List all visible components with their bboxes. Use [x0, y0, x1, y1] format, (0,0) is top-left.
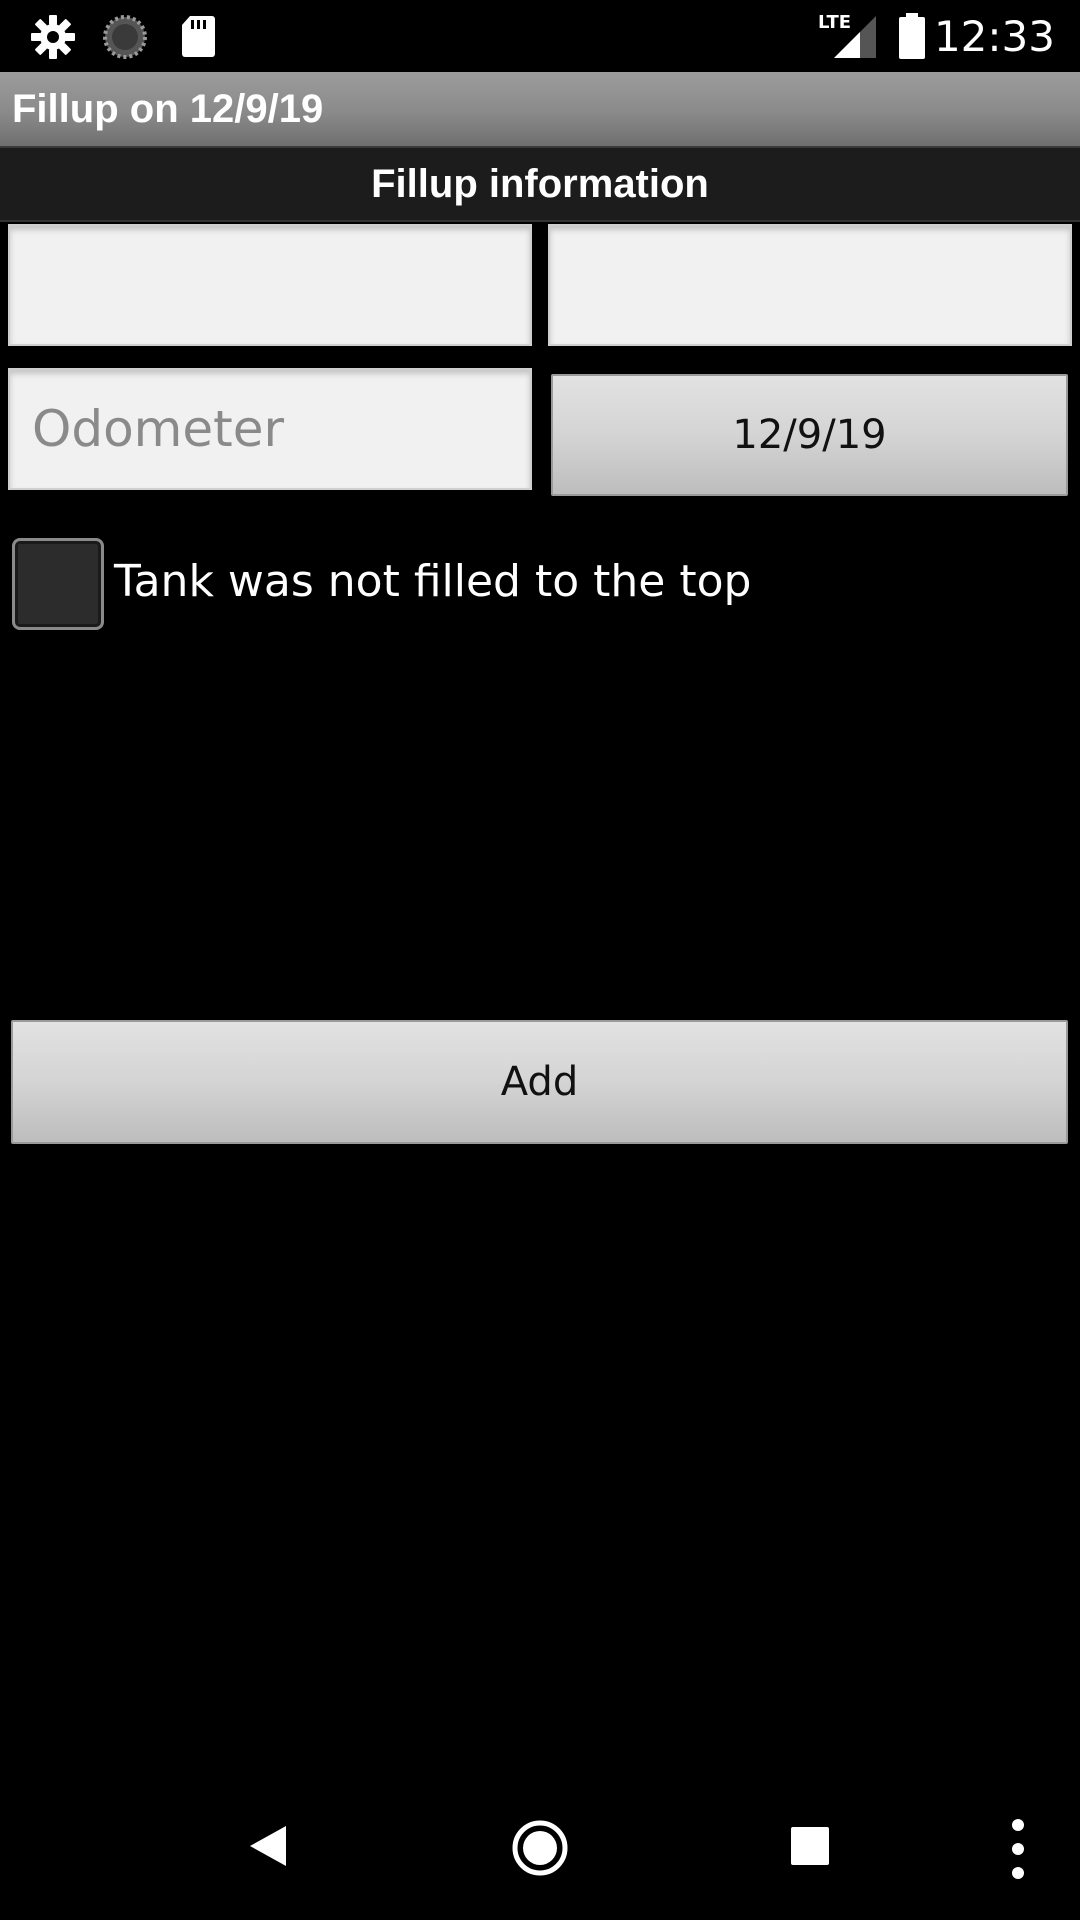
title-bar: Fillup on 12/9/19: [0, 72, 1080, 148]
odometer-input[interactable]: [8, 368, 532, 490]
add-button[interactable]: Add: [11, 1020, 1068, 1144]
settings-icon: [30, 14, 76, 65]
battery-icon: [898, 12, 926, 65]
sync-icon: [102, 14, 148, 65]
recents-icon[interactable]: [790, 1826, 830, 1871]
sd-card-icon: [180, 14, 216, 63]
back-icon[interactable]: [248, 1824, 288, 1873]
section-title: Fillup information: [371, 162, 709, 206]
date-button[interactable]: 12/9/19: [551, 374, 1068, 496]
network-type-label: LTE: [818, 12, 852, 33]
status-bar: LTE 12:33: [0, 0, 1080, 72]
home-icon[interactable]: [512, 1820, 568, 1881]
status-time: 12:33: [933, 12, 1055, 61]
overflow-menu-icon[interactable]: [1010, 1818, 1026, 1885]
partial-fill-label[interactable]: Tank was not filled to the top: [114, 554, 751, 610]
fillup-field-2-input[interactable]: [548, 224, 1072, 346]
page-title: Fillup on 12/9/19: [12, 87, 324, 131]
fillup-field-1-input[interactable]: [8, 224, 532, 346]
section-header: Fillup information: [0, 148, 1080, 222]
partial-fill-checkbox[interactable]: [12, 538, 104, 630]
